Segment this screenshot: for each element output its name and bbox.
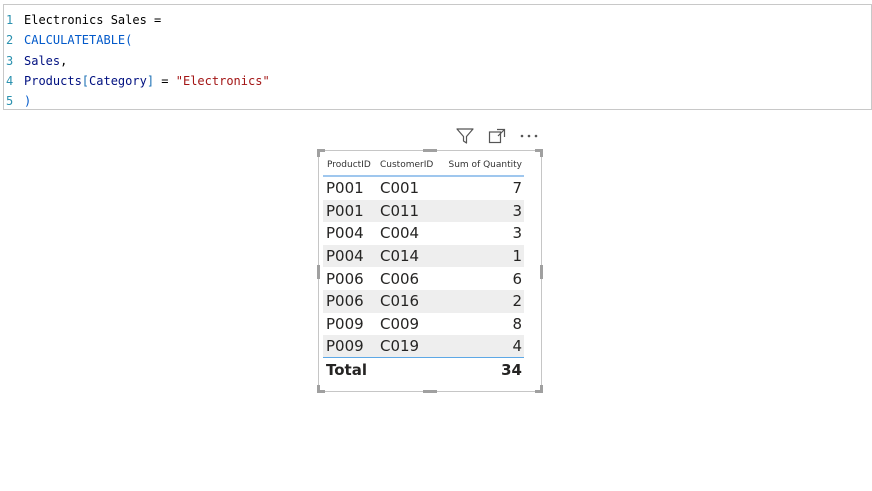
code-token: Category	[89, 73, 147, 88]
resize-handle-top-right[interactable]	[535, 149, 543, 157]
table-header: ProductID CustomerID Sum of Quantity	[323, 155, 524, 177]
table-cell: P006	[326, 292, 364, 311]
resize-handle-bottom-right[interactable]	[535, 385, 543, 393]
table-cell: P006	[326, 269, 364, 288]
table-row[interactable]: P009 C009 8	[323, 313, 524, 336]
table-cell: 8	[512, 314, 522, 333]
code-token: CALCULATETABLE(	[24, 33, 133, 48]
table-row[interactable]: P006 C016 2	[323, 289, 524, 313]
resize-handle-bottom-left[interactable]	[317, 385, 325, 393]
table-cell: 1	[512, 247, 522, 266]
table-cell: C016	[380, 292, 420, 311]
line-number: 1	[6, 13, 14, 27]
code-token: Products	[24, 73, 82, 88]
table-cell: 2	[512, 292, 522, 311]
line-number: 4	[6, 73, 14, 88]
code-token: Sales	[24, 53, 61, 68]
table-row[interactable]: P006 C006 6	[323, 267, 524, 290]
table-cell: C019	[380, 336, 420, 355]
code-token: =	[154, 73, 176, 88]
resize-handle-left[interactable]	[317, 265, 320, 279]
table-cell: P001	[326, 201, 364, 220]
line-number: 3	[6, 53, 14, 68]
table-row[interactable]: P009 C019 4	[323, 335, 524, 358]
code-line[interactable]: 5)	[4, 91, 871, 111]
focus-mode-icon[interactable]	[486, 126, 508, 146]
table-cell: C004	[380, 224, 420, 243]
column-header-customerid[interactable]: CustomerID	[377, 160, 439, 170]
filter-icon[interactable]	[454, 126, 476, 146]
table-cell: P009	[326, 336, 364, 355]
table-cell: C014	[380, 247, 420, 266]
table-cell: P004	[326, 247, 364, 266]
table-row[interactable]: P001 C001 7	[323, 177, 524, 200]
line-number: 2	[6, 33, 14, 48]
table-cell: 3	[512, 201, 522, 220]
table-row[interactable]: P001 C011 3	[323, 199, 524, 223]
table-cell: C009	[380, 314, 420, 333]
column-header-sum-of-quantity[interactable]: Sum of Quantity	[439, 160, 524, 170]
total-value: 34	[501, 360, 522, 379]
resize-handle-top[interactable]	[423, 149, 437, 152]
table-cell: P009	[326, 314, 364, 333]
table-cell: C006	[380, 269, 420, 288]
code-line[interactable]: 1 Electronics Sales =	[4, 10, 871, 30]
table-cell: C011	[380, 201, 420, 220]
table-total-row: Total 34	[323, 358, 524, 382]
code-token: ]	[146, 73, 155, 88]
table-cell: C001	[380, 179, 420, 198]
formula-editor[interactable]: 1 Electronics Sales = 2 CALCULATETABLE( 3 Sal…	[3, 4, 872, 110]
total-label: Total	[326, 360, 367, 379]
table-cell: 6	[512, 269, 522, 288]
column-header-productid[interactable]: ProductID	[323, 160, 377, 170]
code-token: "Electronics"	[175, 73, 270, 88]
resize-handle-right[interactable]	[540, 265, 543, 279]
code-line[interactable]: 2 CALCULATETABLE(	[4, 30, 871, 50]
table-row[interactable]: P004 C004 3	[323, 222, 524, 245]
code-token: ,	[60, 53, 68, 68]
code-line[interactable]: 4 Products[Category] = "Electronics"	[4, 71, 871, 91]
resize-handle-bottom[interactable]	[423, 390, 437, 393]
code-line[interactable]: 3 Sales,	[4, 51, 871, 71]
code-token: )	[24, 94, 32, 109]
code-token: [	[81, 73, 90, 88]
table-cell: P001	[326, 179, 364, 198]
table-cell: 3	[512, 224, 522, 243]
more-options-icon[interactable]	[518, 126, 540, 146]
code-token: Electronics Sales =	[24, 13, 162, 27]
table-visual[interactable]: ProductID CustomerID Sum of Quantity P00…	[317, 149, 543, 393]
data-table: ProductID CustomerID Sum of Quantity P00…	[323, 155, 524, 382]
table-body: P001 C001 7 P001 C011 3 P004 C004 3 P004 C014 1 P006…	[323, 177, 524, 358]
table-row[interactable]: P004 C014 1	[323, 244, 524, 268]
table-cell: P004	[326, 224, 364, 243]
line-number: 5	[6, 94, 14, 109]
table-cell: 7	[512, 179, 522, 198]
table-cell: 4	[512, 336, 522, 355]
visual-header	[454, 126, 540, 146]
